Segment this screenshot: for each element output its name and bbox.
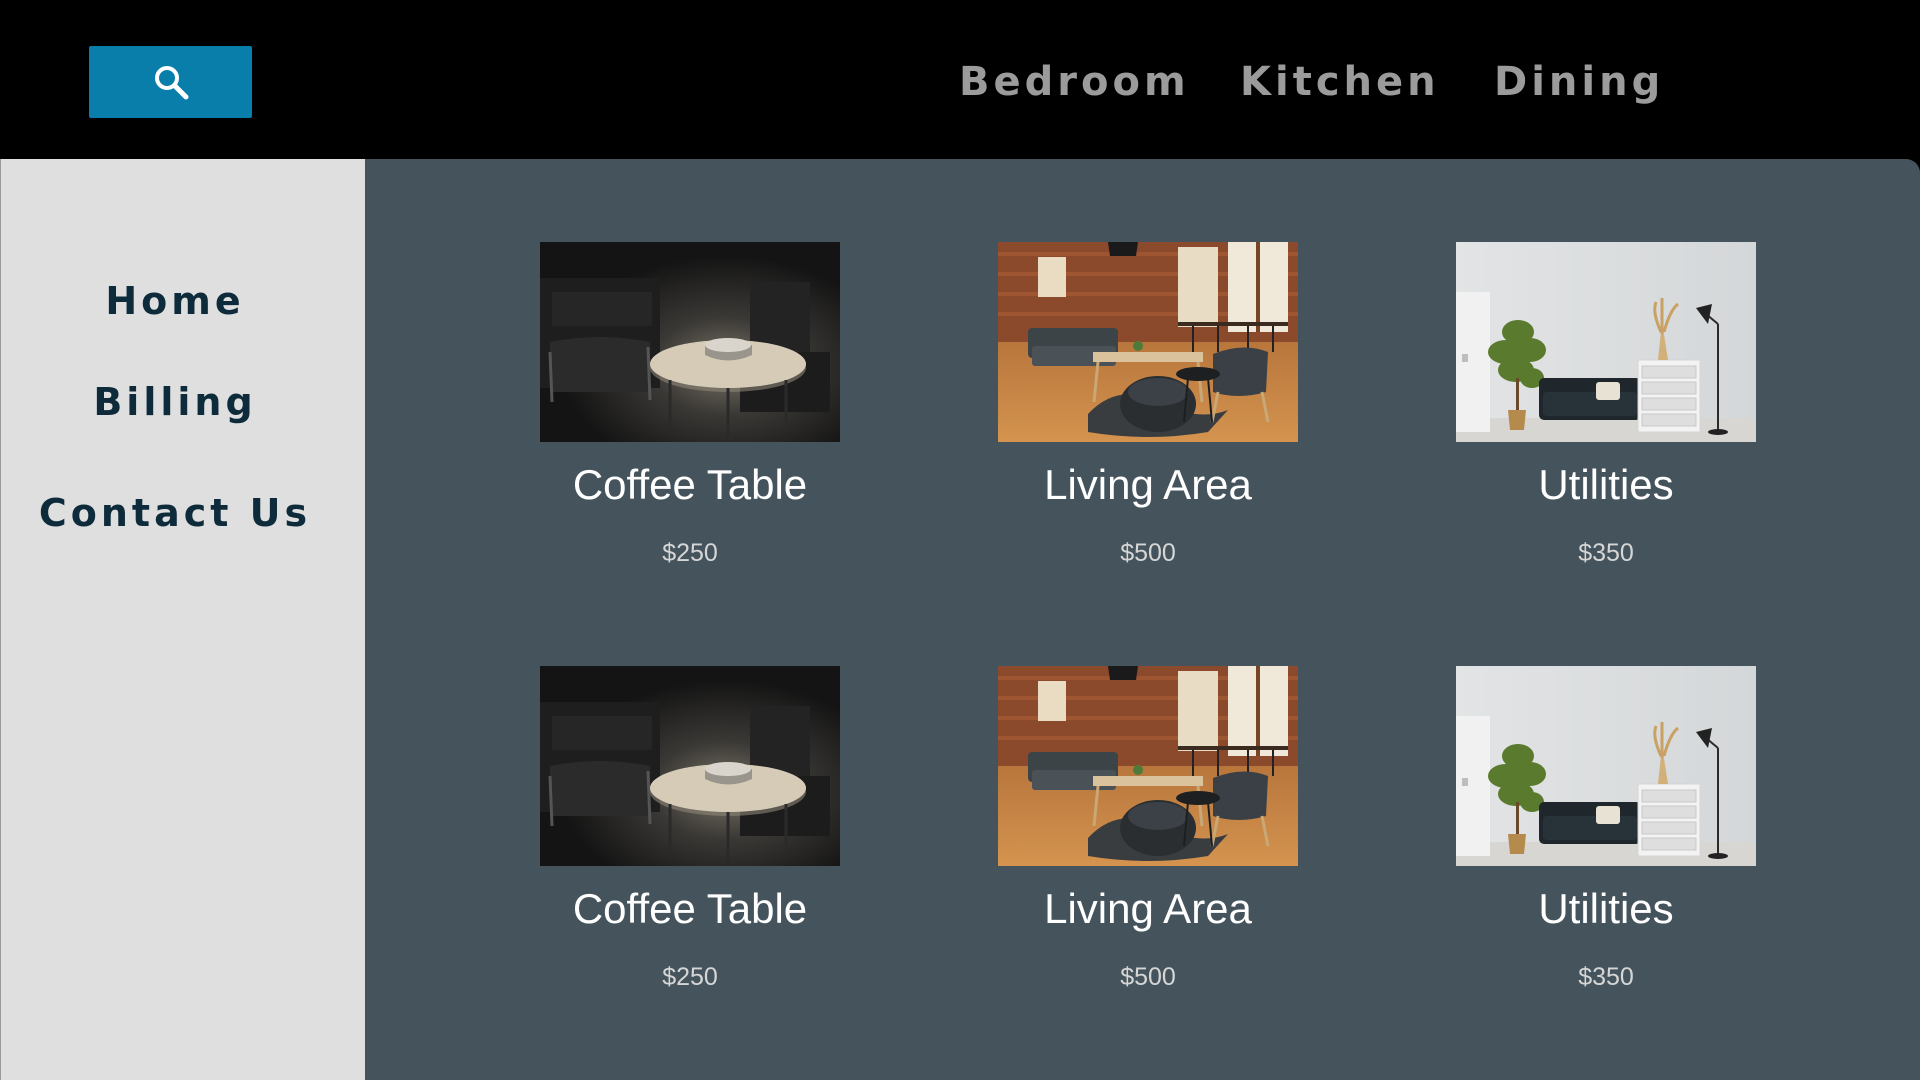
- search-button[interactable]: [89, 46, 252, 118]
- search-icon: [151, 62, 191, 102]
- product-grid: Coffee Table $250 Living Area $500 Utili…: [365, 159, 1920, 1080]
- nav-link-dining[interactable]: Dining: [1494, 52, 1664, 112]
- product-image[interactable]: [1456, 666, 1756, 866]
- product-price: $250: [662, 963, 718, 991]
- product-price: $350: [1578, 963, 1634, 991]
- sidebar-item-contact-us[interactable]: Contact Us: [1, 488, 349, 538]
- product-price: $250: [662, 539, 718, 567]
- product-card[interactable]: Utilities $350: [1456, 242, 1756, 567]
- product-image[interactable]: [998, 242, 1298, 442]
- nav-link-kitchen[interactable]: Kitchen: [1240, 52, 1440, 112]
- product-name: Coffee Table: [572, 461, 808, 508]
- product-card[interactable]: Utilities $350: [1456, 666, 1756, 991]
- product-name: Living Area: [1044, 461, 1252, 508]
- sidebar-item-home[interactable]: Home: [1, 276, 349, 326]
- product-image[interactable]: [998, 666, 1298, 866]
- sidebar-item-billing[interactable]: Billing: [1, 377, 349, 427]
- product-card[interactable]: Coffee Table $250: [540, 242, 840, 567]
- product-name: Coffee Table: [572, 885, 808, 932]
- product-price: $500: [1120, 963, 1176, 991]
- top-header: Bedroom Kitchen Dining: [0, 0, 1920, 159]
- sidebar: Home Billing Contact Us: [0, 159, 365, 1080]
- product-card[interactable]: Living Area $500: [998, 242, 1298, 567]
- product-price: $500: [1120, 539, 1176, 567]
- product-image[interactable]: [540, 666, 840, 866]
- product-image[interactable]: [1456, 242, 1756, 442]
- product-name: Utilities: [1538, 461, 1674, 508]
- product-card[interactable]: Coffee Table $250: [540, 666, 840, 991]
- product-price: $350: [1578, 539, 1634, 567]
- product-card[interactable]: Living Area $500: [998, 666, 1298, 991]
- product-name: Utilities: [1538, 885, 1674, 932]
- product-name: Living Area: [1044, 885, 1252, 932]
- nav-link-bedroom[interactable]: Bedroom: [959, 52, 1190, 112]
- product-image[interactable]: [540, 242, 840, 442]
